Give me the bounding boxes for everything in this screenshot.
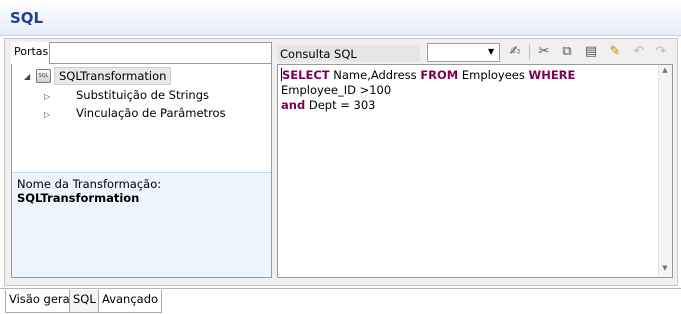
sql-token: Name,Address: [329, 68, 421, 82]
page-title: SQL: [10, 9, 44, 27]
tree-item-string-substitution[interactable]: Substituição de Strings: [76, 88, 209, 102]
copy-icon[interactable]: ⧉: [558, 43, 576, 61]
scroll-up-icon[interactable]: ▲: [658, 66, 672, 74]
undo-icon[interactable]: ↶: [630, 43, 648, 61]
toolbar-separator: [529, 44, 530, 60]
sql-database-icon: SQL: [36, 69, 51, 83]
tab-advanced[interactable]: Avançado: [98, 290, 163, 313]
tab-divider: [50, 63, 271, 64]
chevron-down-icon[interactable]: ▼: [488, 47, 494, 56]
transformation-name-value: SQLTransformation: [17, 191, 140, 205]
tree-root-item[interactable]: SQLTransformation: [54, 67, 172, 85]
validate-icon[interactable]: ✍: [506, 43, 524, 61]
sql-token: Employee_ID >100: [281, 83, 392, 97]
cut-icon[interactable]: ✂: [535, 43, 553, 61]
collapse-icon[interactable]: ◢: [24, 72, 30, 81]
sql-keyword: SELECT: [282, 68, 330, 82]
transformation-name-label: Nome da Transformação:: [17, 177, 162, 191]
scroll-down-icon[interactable]: ▼: [658, 264, 672, 272]
tab-overview[interactable]: Visão geral: [5, 290, 77, 313]
sql-keyword: WHERE: [528, 68, 576, 82]
editor-scrollbar[interactable]: [658, 65, 672, 277]
tab-portas[interactable]: Portas: [11, 42, 50, 64]
paste-icon[interactable]: ▤: [582, 43, 600, 61]
tab-sql[interactable]: SQL: [69, 290, 100, 313]
editor-header: [0, 0, 681, 36]
expand-icon[interactable]: ▷: [44, 92, 50, 101]
expand-icon[interactable]: ▷: [44, 110, 50, 119]
sql-query-text[interactable]: SELECT Name,Address FROM Employees WHERE…: [281, 68, 651, 113]
sql-token: Dept = 303: [305, 98, 376, 112]
sql-query-label: Consulta SQL: [277, 45, 420, 62]
sql-keyword: and: [281, 98, 306, 112]
sql-token: Employees: [458, 68, 529, 82]
sql-keyword: FROM: [420, 68, 459, 82]
tree-item-parameter-binding[interactable]: Vinculação de Parâmetros: [76, 106, 226, 120]
edit-query-icon[interactable]: ✎: [606, 43, 624, 61]
redo-icon[interactable]: ↷: [652, 43, 670, 61]
